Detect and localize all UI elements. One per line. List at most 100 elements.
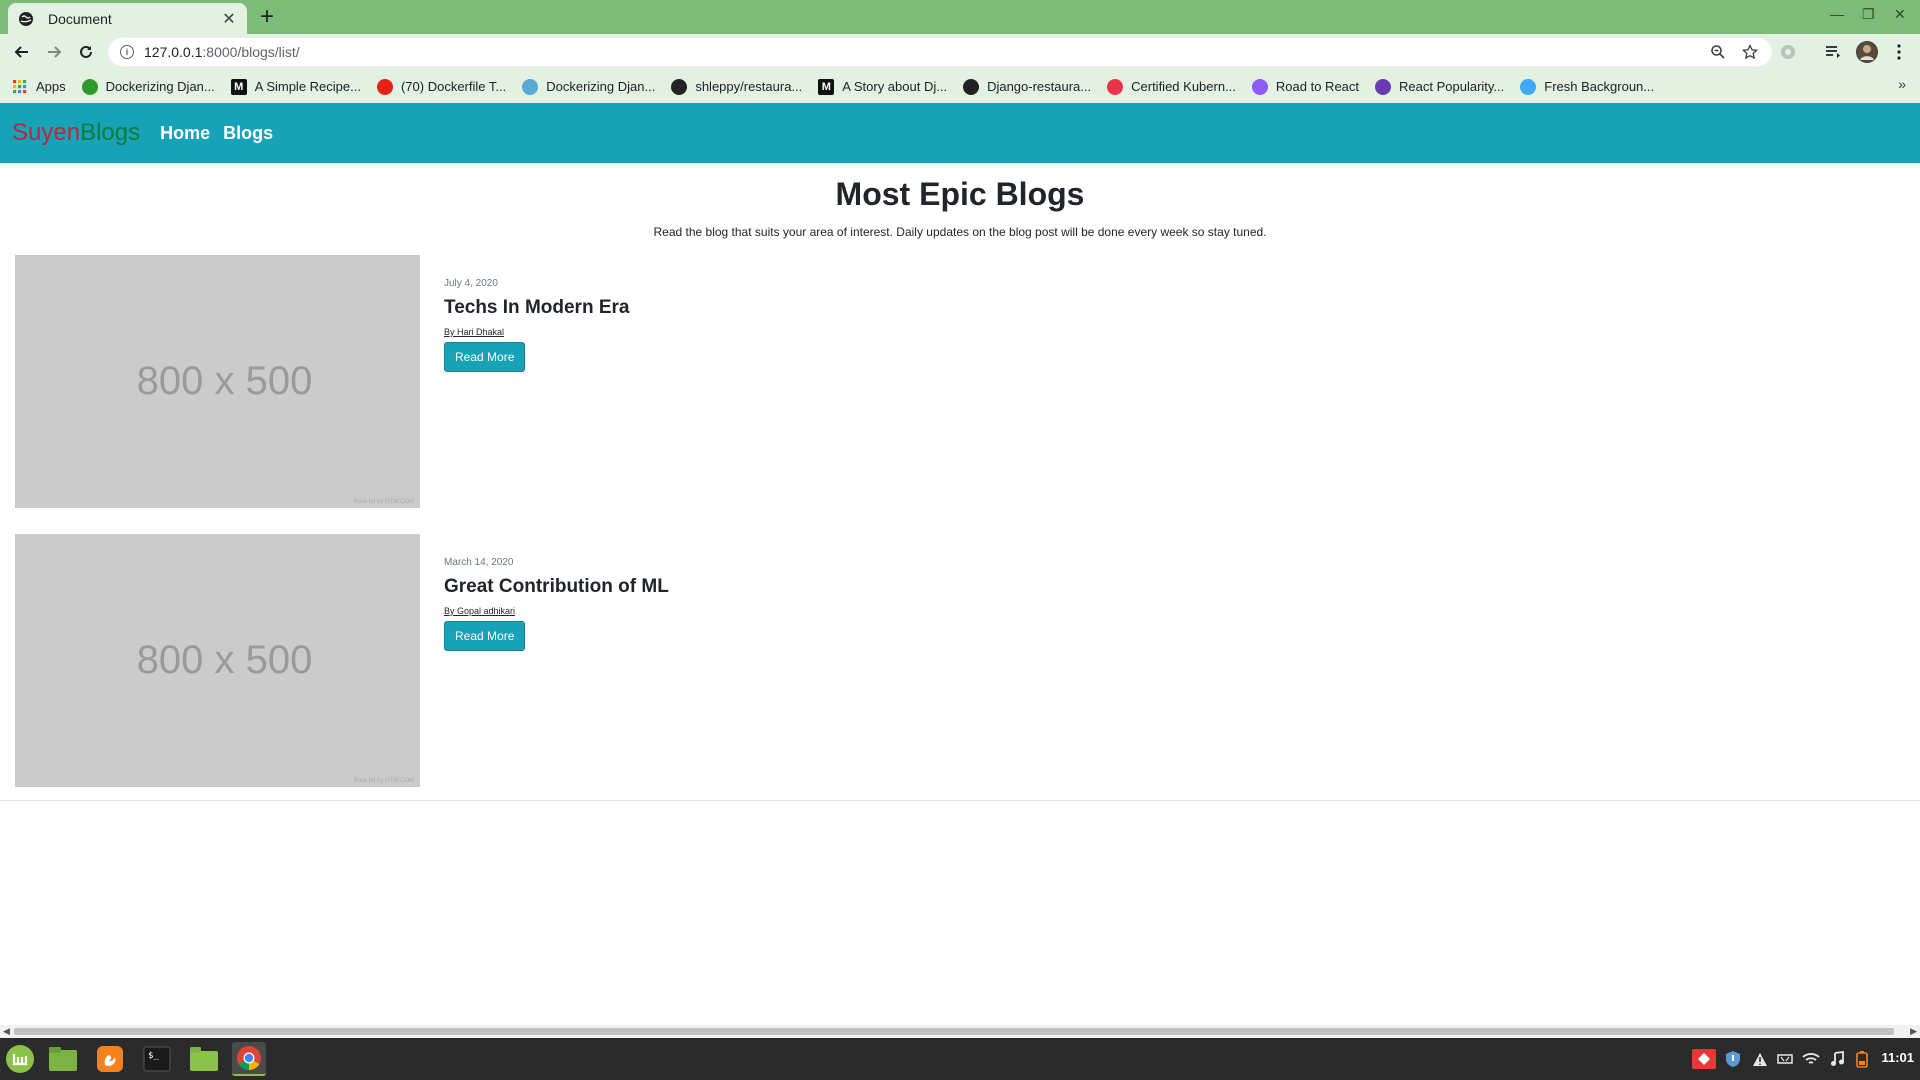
github-favicon-icon	[963, 78, 980, 95]
record-favicon-icon	[1107, 78, 1124, 95]
footer-divider	[0, 800, 1920, 801]
post-title[interactable]: Great Contribution of ML	[444, 576, 669, 598]
bookmark-label: React Popularity...	[1399, 79, 1505, 94]
bookmark-label: shleppy/restaura...	[695, 79, 803, 94]
bookmark-label: Certified Kubern...	[1131, 79, 1236, 94]
post-title[interactable]: Techs In Modern Era	[444, 297, 629, 319]
bookmark-item[interactable]: Django-restaura...	[963, 78, 1092, 95]
bookmark-item[interactable]: Dockerizing Djan...	[81, 78, 215, 95]
terminal-icon[interactable]: $_	[140, 1042, 174, 1076]
tray-warning-icon[interactable]	[1750, 1049, 1770, 1069]
firefox-icon[interactable]	[93, 1042, 127, 1076]
os-taskbar: $_ 11:01	[0, 1038, 1920, 1080]
post-card: July 4, 2020 Techs In Modern Era By Hari…	[444, 278, 629, 372]
svg-text:$_: $_	[148, 1051, 159, 1061]
tray-shield-icon[interactable]	[1723, 1049, 1743, 1069]
tray-network-icon[interactable]	[1775, 1049, 1795, 1069]
globe-icon	[19, 11, 33, 26]
medium-favicon-icon: M	[230, 78, 247, 95]
post-author-link[interactable]: By Gopal adhikari	[444, 606, 669, 616]
profile-avatar[interactable]	[1856, 41, 1878, 63]
reload-icon[interactable]	[75, 41, 97, 63]
medium-favicon-icon: M	[818, 78, 835, 95]
new-tab-button[interactable]: +	[260, 4, 274, 30]
read-more-button[interactable]: Read More	[444, 621, 526, 651]
address-bar[interactable]: i 127.0.0.1:8000/blogs/list/	[108, 38, 1772, 66]
bookmark-label: Road to React	[1275, 79, 1360, 94]
horizontal-scrollbar[interactable]: ◀ ▶	[0, 1025, 1920, 1038]
browser-toolbar: i 127.0.0.1:8000/blogs/list/	[0, 34, 1920, 70]
tray-battery-icon[interactable]	[1852, 1049, 1872, 1069]
bookmark-label: Dockerizing Djan...	[546, 79, 656, 94]
bookmark-label: Dockerizing Djan...	[105, 79, 215, 94]
bookmark-item[interactable]: Certified Kubern...	[1107, 78, 1236, 95]
bookmark-item[interactable]: Dockerizing Djan...	[522, 78, 656, 95]
media-queue-icon[interactable]	[1822, 41, 1844, 63]
site-navbar: SuyenBlogs Home Blogs	[0, 103, 1920, 163]
drop-favicon-icon	[1520, 78, 1537, 95]
tab-document[interactable]: Document ✕	[8, 3, 247, 34]
bookmark-label: Django-restaura...	[987, 79, 1092, 94]
browser-tab-strip: Document ✕ + — ❐ ✕	[0, 0, 1920, 34]
zoom-icon[interactable]	[1708, 42, 1728, 62]
react-favicon-icon	[1375, 78, 1392, 95]
minimize-icon[interactable]: —	[1830, 6, 1844, 22]
bookmark-item[interactable]: shleppy/restaura...	[671, 78, 803, 95]
nav-link-blogs[interactable]: Blogs	[223, 123, 273, 144]
image-credit: Rose let by HTW.COM	[353, 778, 414, 784]
post-image: 800 x 500 Rose let by HTW.COM	[15, 534, 420, 787]
bookmark-star-icon[interactable]	[1740, 42, 1760, 62]
bookmark-item[interactable]: Apps	[12, 79, 66, 95]
site-info-icon[interactable]: i	[120, 45, 134, 59]
bookmark-item[interactable]: M A Story about Dj...	[818, 78, 948, 95]
page-title: Most Epic Blogs	[835, 176, 1085, 212]
bookmark-label: Fresh Backgroun...	[1544, 79, 1655, 94]
bookmarks-overflow-icon[interactable]: »	[1898, 76, 1906, 92]
scroll-right-icon[interactable]: ▶	[1910, 1025, 1917, 1038]
page-lead: Read the blog that suits your area of in…	[653, 225, 1267, 239]
apps-grid-icon	[12, 79, 28, 95]
github-favicon-icon	[671, 78, 688, 95]
menu-kebab-icon[interactable]	[1888, 41, 1910, 63]
post-date: July 4, 2020	[444, 278, 498, 289]
scrollbar-thumb[interactable]	[14, 1028, 1894, 1035]
post-card: March 14, 2020 Great Contribution of ML …	[444, 557, 669, 651]
extension-icon[interactable]	[1777, 41, 1799, 63]
clock[interactable]: 11:01	[1881, 1050, 1914, 1065]
bookmark-label: Apps	[36, 79, 66, 94]
bookmark-label: A Story about Dj...	[842, 79, 948, 94]
youtube-favicon-icon	[376, 78, 393, 95]
placeholder-text: 800 x 500	[136, 359, 313, 403]
folder-icon[interactable]	[187, 1042, 221, 1076]
bookmark-item[interactable]: Road to React	[1251, 78, 1360, 95]
bookmarks-bar: Apps Dockerizing Djan... M A Simple Recipe.…	[0, 70, 1920, 103]
placeholder-text: 800 x 500	[136, 638, 313, 682]
image-credit: Rose let by HTW.COM	[353, 499, 414, 505]
files-icon[interactable]	[46, 1042, 80, 1076]
info-favicon-icon	[1251, 78, 1268, 95]
tray-anydesk-icon[interactable]	[1692, 1049, 1716, 1069]
chrome-icon[interactable]	[232, 1042, 266, 1076]
nav-link-home[interactable]: Home	[160, 123, 210, 144]
tray-wifi-icon[interactable]	[1801, 1049, 1821, 1069]
mint-menu-icon[interactable]	[3, 1042, 37, 1076]
bookmark-label: (70) Dockerfile T...	[400, 79, 507, 94]
forward-arrow-icon[interactable]	[43, 41, 65, 63]
close-window-icon[interactable]: ✕	[1894, 6, 1906, 23]
post-author-link[interactable]: By Hari Dhakal	[444, 327, 629, 337]
tab-title: Document	[48, 10, 112, 27]
cube-favicon-icon	[522, 78, 539, 95]
bookmark-item[interactable]: (70) Dockerfile T...	[376, 78, 507, 95]
bookmark-item[interactable]: React Popularity...	[1375, 78, 1505, 95]
read-more-button[interactable]: Read More	[444, 342, 526, 372]
bookmark-item[interactable]: M A Simple Recipe...	[230, 78, 361, 95]
bookmark-item[interactable]: Fresh Backgroun...	[1520, 78, 1655, 95]
back-arrow-icon[interactable]	[11, 41, 33, 63]
scroll-left-icon[interactable]: ◀	[3, 1025, 10, 1038]
restore-icon[interactable]: ❐	[1862, 6, 1875, 23]
post-date: March 14, 2020	[444, 557, 514, 568]
tray-sound-icon[interactable]	[1827, 1049, 1847, 1069]
close-tab-icon[interactable]: ✕	[221, 9, 237, 29]
brand-logo[interactable]: SuyenBlogs	[12, 119, 140, 147]
bookmark-label: A Simple Recipe...	[254, 79, 361, 94]
